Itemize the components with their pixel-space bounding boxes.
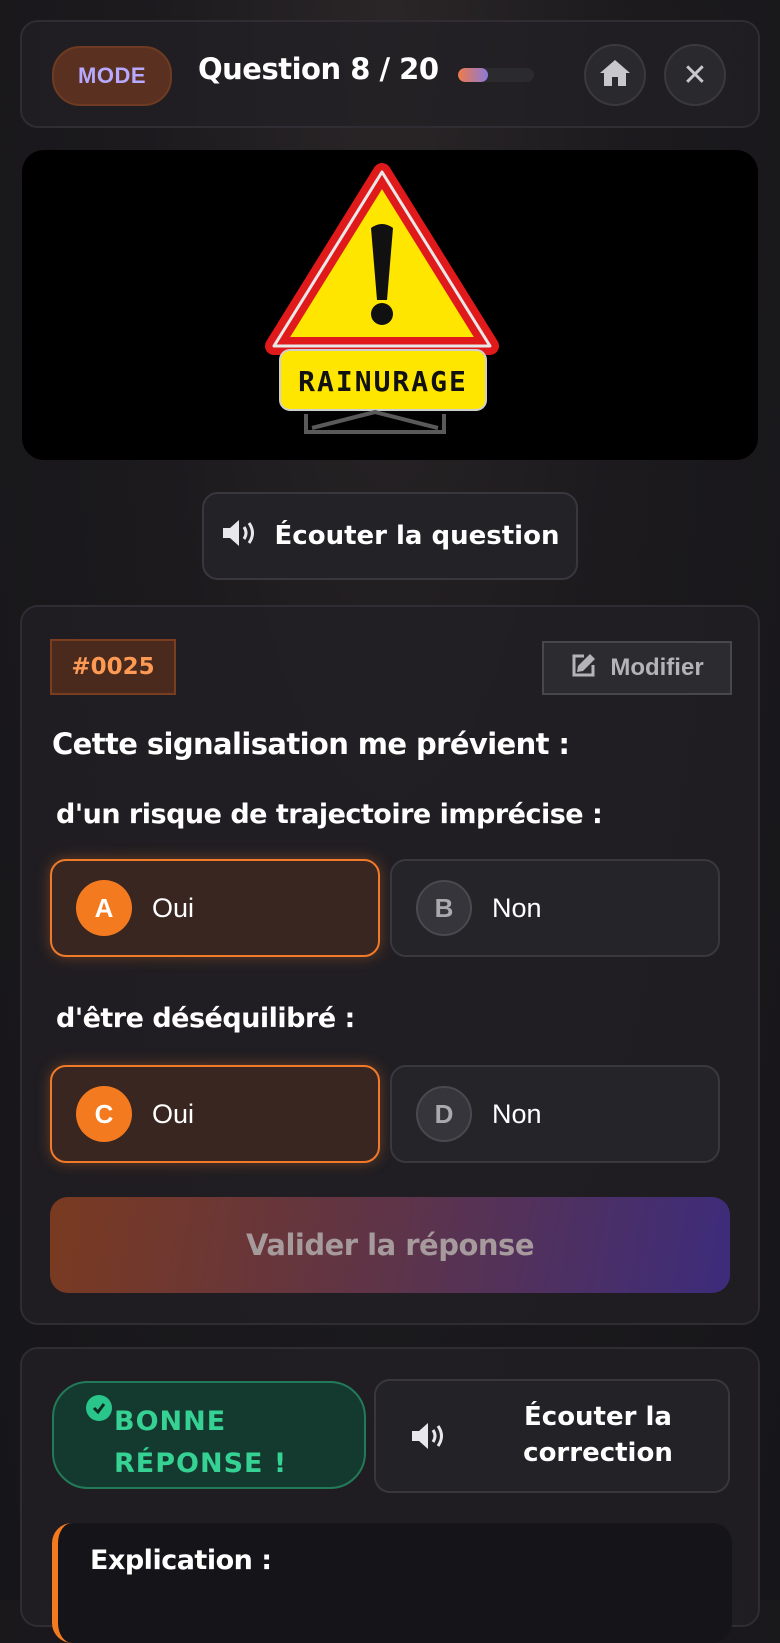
question-card: #0025 Modifier Cette signalisation me pr…: [20, 605, 760, 1325]
listen-correction-button[interactable]: Écouter la correction: [374, 1379, 730, 1493]
listen-question-button[interactable]: Écouter la question: [202, 492, 578, 580]
answer-option-a[interactable]: A Oui: [50, 859, 380, 957]
edit-icon: [570, 651, 598, 686]
option-letter: D: [416, 1086, 472, 1142]
quiz-header: MODE Question 8 / 20 ✕: [20, 20, 760, 128]
option-text: Oui: [152, 892, 195, 923]
home-button[interactable]: [584, 44, 646, 106]
validate-button[interactable]: Valider la réponse: [50, 1197, 730, 1293]
result-line-1: BONNE: [114, 1406, 227, 1437]
progress-bar: [458, 68, 534, 82]
explanation-panel: Explication :: [52, 1523, 732, 1643]
option-letter: A: [76, 880, 132, 936]
question-counter: Question 8 / 20: [198, 52, 439, 86]
option-letter: B: [416, 880, 472, 936]
question-id-badge: #0025: [50, 639, 176, 695]
listen-question-label: Écouter la question: [274, 521, 560, 551]
answer-option-c[interactable]: C Oui: [50, 1065, 380, 1163]
feedback-card: BONNE RÉPONSE ! Écouter la correction Ex…: [20, 1347, 760, 1643]
option-text: Non: [492, 892, 542, 923]
close-button[interactable]: ✕: [664, 44, 726, 106]
home-icon: [598, 57, 632, 93]
sub-question-1: d'un risque de trajectoire imprécise :: [56, 799, 603, 830]
result-text: BONNE RÉPONSE !: [114, 1401, 287, 1485]
check-circle-icon: [86, 1395, 112, 1421]
option-text: Non: [492, 1098, 542, 1129]
progress-fill: [458, 68, 489, 82]
option-text: Oui: [152, 1098, 195, 1129]
answer-option-b[interactable]: B Non: [390, 859, 720, 957]
edit-label: Modifier: [610, 654, 704, 681]
listen-correction-label: Écouter la correction: [488, 1399, 708, 1471]
answer-option-d[interactable]: D Non: [390, 1065, 720, 1163]
question-image: RAINURAGE: [22, 150, 758, 460]
speaker-icon: [410, 1421, 448, 1455]
option-letter: C: [76, 1086, 132, 1142]
sign-label: RAINURAGE: [298, 365, 468, 398]
explanation-title: Explication :: [90, 1545, 272, 1576]
result-badge: BONNE RÉPONSE !: [52, 1381, 366, 1489]
close-icon: ✕: [682, 57, 708, 93]
result-line-2: RÉPONSE !: [114, 1448, 288, 1479]
mode-badge[interactable]: MODE: [52, 46, 172, 106]
edit-button[interactable]: Modifier: [542, 641, 732, 695]
warning-sign-icon: [265, 163, 499, 355]
question-text: Cette signalisation me prévient :: [52, 727, 570, 761]
listen-correction-line-1: Écouter la: [524, 1402, 672, 1432]
speaker-icon: [221, 518, 259, 555]
listen-correction-line-2: correction: [523, 1438, 673, 1468]
sub-question-2: d'être déséquilibré :: [56, 1003, 355, 1034]
